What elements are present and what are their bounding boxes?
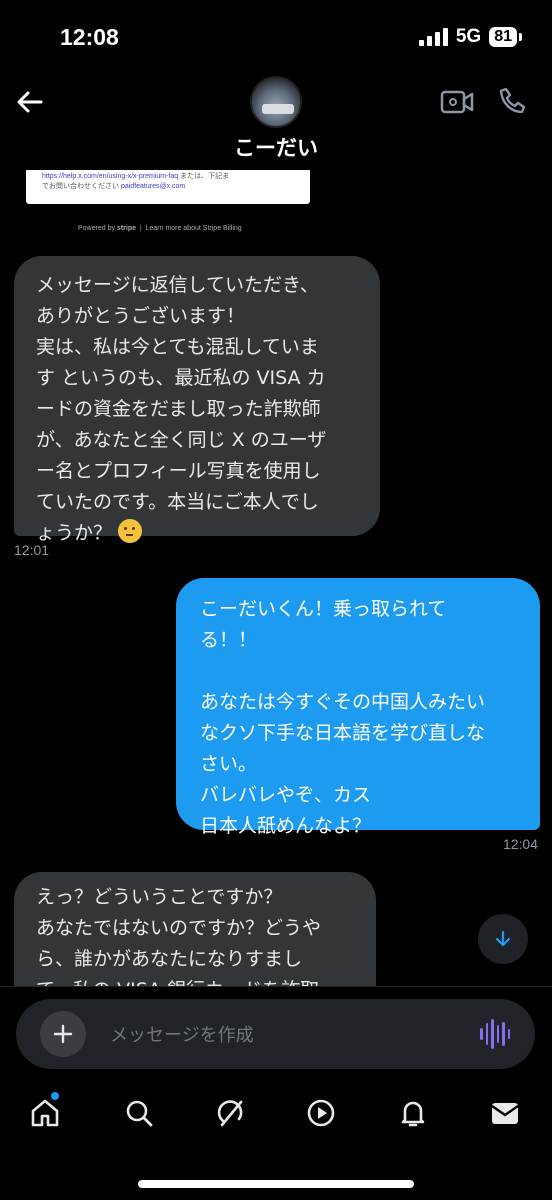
stripe-logo: stripe [116,225,136,232]
network-label: 5G [455,26,482,47]
invoice-text: または、下記ま [180,173,230,180]
bottom-tab-bar [0,1078,552,1148]
voice-message-icon[interactable] [480,1019,510,1049]
invoice-text-2: でお問い合わせください [42,183,119,190]
battery-icon: 81 [489,27,517,47]
status-time: 12:08 [60,24,119,50]
video-call-icon[interactable] [440,88,474,116]
phone-call-icon[interactable] [498,86,528,116]
powered-prefix: Powered by [78,225,115,232]
add-media-button[interactable] [40,1011,86,1057]
avatar[interactable] [250,76,302,128]
search-icon[interactable] [122,1096,156,1130]
home-icon[interactable] [28,1096,62,1130]
thinking-face-icon [118,519,143,543]
grok-icon[interactable] [214,1096,248,1130]
invoice-link: https://help.x.com/en/using-x/x-premium-… [42,173,179,180]
notifications-icon[interactable] [396,1096,430,1130]
scroll-to-bottom-button[interactable] [478,914,528,964]
chat-header: こーだい [0,70,552,170]
message-bubble-incoming[interactable]: メッセージに返信していただき、 ありがとうございます！ 実は、私は今とても混乱し… [14,256,380,544]
composer-area: メッセージを作成 [0,986,552,1070]
battery-tip [519,33,522,41]
back-arrow-icon[interactable] [14,86,46,118]
message-input[interactable]: メッセージを作成 [110,1021,254,1047]
home-notification-dot [51,1092,59,1100]
signal-icon [418,28,448,46]
invoice-email: paidfeatures@x.com [120,183,186,190]
invoice-image[interactable]: https://help.x.com/en/using-x/x-premium-… [26,170,310,204]
messages-icon[interactable] [488,1096,522,1130]
status-indicators: 5G 81 [418,26,522,48]
home-indicator [138,1180,414,1188]
chat-name[interactable]: こーだい [0,132,552,162]
message-text: メッセージに返信していただき、 ありがとうございます！ 実は、私は今とても混乱し… [36,274,327,544]
arrow-down-icon [495,930,511,947]
learn-more: Learn more about Stripe Billing [145,225,242,232]
message-time: 12:01 [14,542,50,558]
message-time: 12:04 [502,836,538,852]
message-composer: メッセージを作成 [16,999,535,1069]
powered-by-stripe: Powered by stripe | Learn more about Str… [78,225,242,232]
status-bar: 12:08 5G 81 [0,0,552,70]
video-tab-icon[interactable] [304,1096,338,1130]
message-text: こーだいくん！乗っ取られて る！！ あなたは今すぐその中国人みたい なクソ下手な… [200,598,486,837]
message-text: えっ？どういうことですか？ あなたではないのですか？どうや ら、誰かがあなたにな… [36,886,322,1001]
plus-icon [53,1024,73,1044]
message-bubble-outgoing[interactable]: こーだいくん！乗っ取られて る！！ あなたは今すぐその中国人みたい なクソ下手な… [176,578,540,837]
